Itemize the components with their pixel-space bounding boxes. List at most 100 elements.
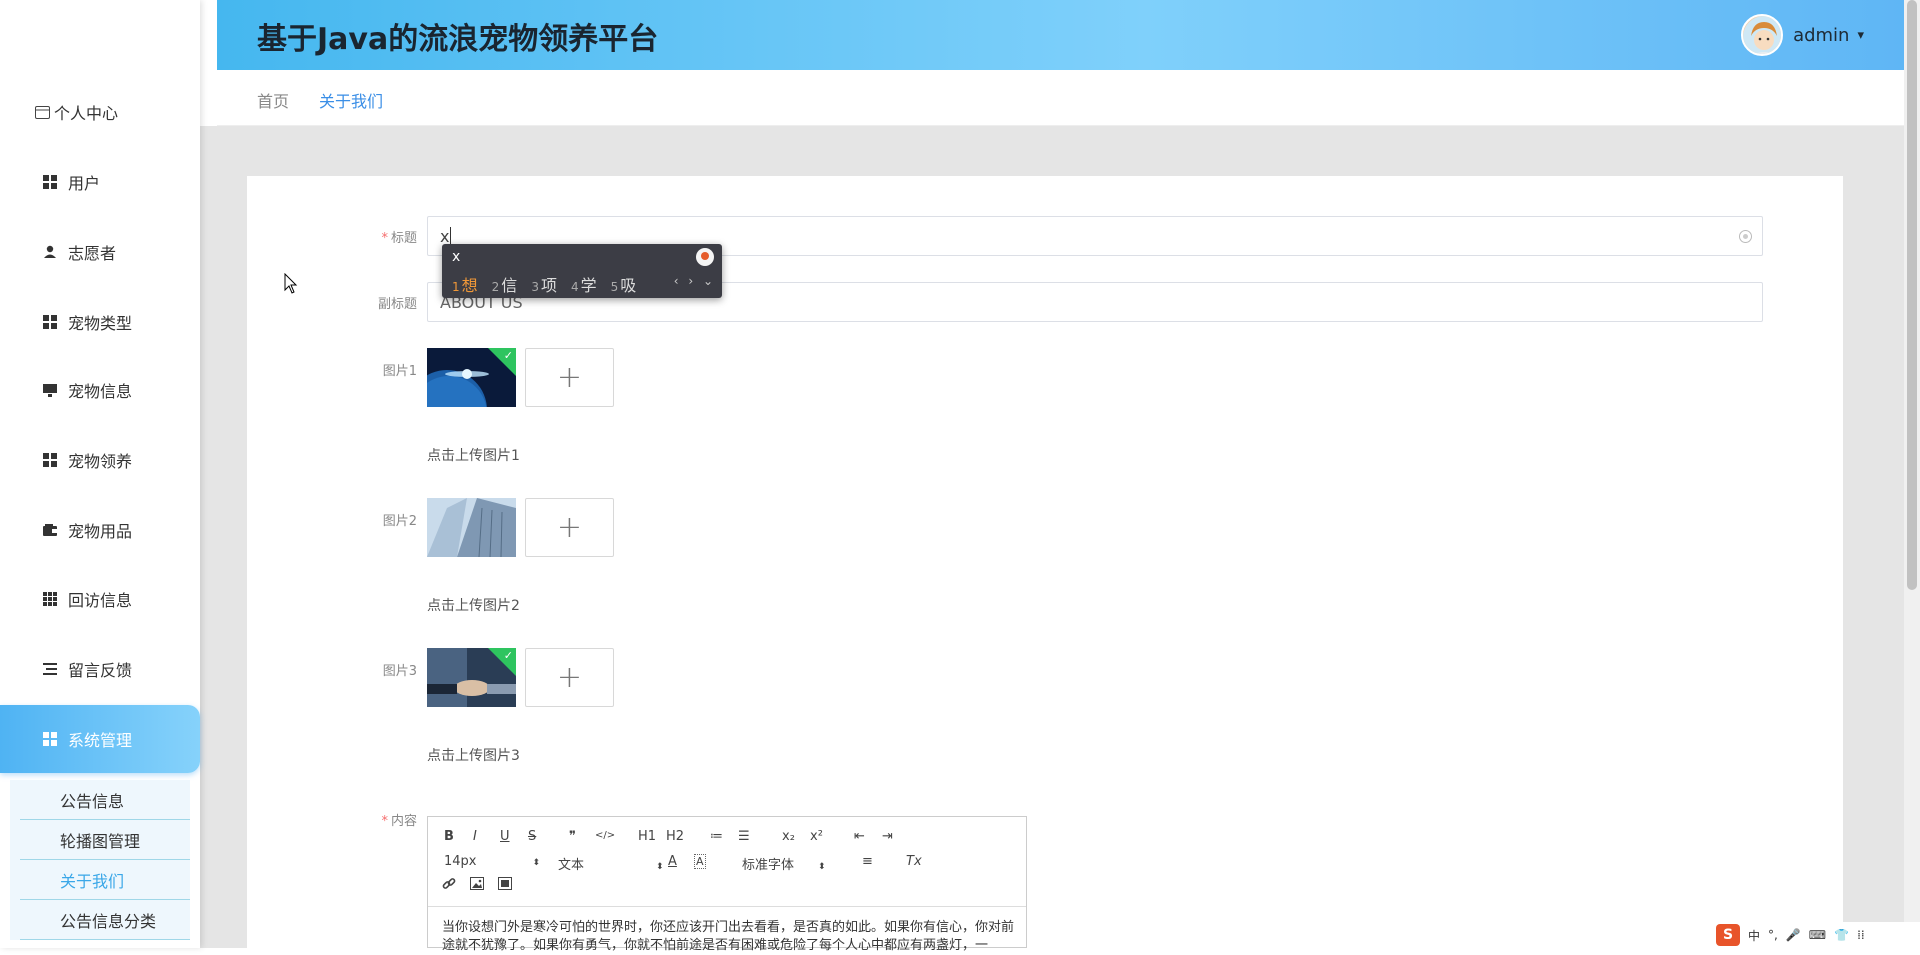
font-family-select[interactable]: 标准字体 ⬍: [742, 854, 826, 873]
ime-candidate-number: 1: [452, 280, 460, 294]
check-icon: ✓: [503, 349, 513, 362]
sidebar-item-label: 回访信息: [68, 591, 133, 610]
sidebar-item-feedback[interactable]: 留言反馈: [0, 635, 200, 703]
title-label-text: 标题: [390, 231, 417, 246]
menu-grid-icon[interactable]: ⁞⁞: [1857, 928, 1865, 942]
pic1-upload-button[interactable]: +: [525, 348, 614, 407]
ime-page-nav[interactable]: ‹ › ⌄: [674, 274, 716, 288]
code-button[interactable]: </>: [595, 830, 615, 841]
link-icon[interactable]: [442, 877, 456, 895]
system-tray: S 中 °, 🎤 ⌨ 👕 ⁞⁞: [1716, 922, 1920, 948]
wallet-icon: [42, 522, 58, 538]
microphone-icon[interactable]: 🎤: [1786, 928, 1801, 942]
avatar[interactable]: [1741, 14, 1784, 56]
title-input-value: x: [440, 226, 450, 246]
sidebar-item-label: 留言反馈: [68, 661, 133, 680]
bullet-list-button[interactable]: ☰: [738, 829, 750, 844]
ime-candidate-text: 项: [540, 276, 557, 295]
image-icon[interactable]: [470, 877, 484, 894]
ime-logo-icon: [696, 248, 714, 266]
tray-item-lang[interactable]: 中: [1748, 927, 1760, 944]
underline-button[interactable]: U: [500, 829, 510, 844]
grid-icon: [42, 452, 58, 468]
video-icon[interactable]: [498, 877, 512, 894]
caret-down-icon[interactable]: ▾: [1857, 28, 1864, 43]
submenu-item-about-us[interactable]: 关于我们: [20, 860, 190, 900]
font-size-select[interactable]: 14px ⬍: [444, 854, 540, 869]
align-button[interactable]: ≡: [862, 854, 873, 869]
editor-content[interactable]: 当你设想门外是寒冷可怕的世界时，你还应该开门出去看看，是否真的如此。如果你有信心…: [442, 919, 1022, 955]
submenu-item-carousel[interactable]: 轮播图管理: [20, 820, 190, 860]
sidebar-item-system-management[interactable]: 系统管理: [0, 705, 200, 773]
rich-text-editor[interactable]: B I U S ❞ </> H1 H2 ≔ ☰ x₂ x² ⇤ ⇥ 14px ⬍ …: [427, 816, 1027, 953]
sidebar-item-label: 宠物领养: [68, 452, 133, 471]
submenu-item-announcements[interactable]: 公告信息: [20, 780, 190, 820]
ime-candidate-text: 想: [461, 276, 478, 295]
superscript-button[interactable]: x²: [810, 829, 823, 844]
required-mark: *: [381, 231, 388, 246]
clear-format-button[interactable]: Tx: [906, 854, 922, 869]
pic2-hint: 点击上传图片2: [427, 598, 520, 614]
clear-icon[interactable]: [1739, 230, 1752, 243]
check-icon: ✓: [503, 649, 513, 662]
breadcrumb-home[interactable]: 首页: [257, 88, 289, 112]
h2-button[interactable]: H2: [666, 829, 684, 844]
user-name[interactable]: admin: [1793, 25, 1849, 46]
skin-icon[interactable]: 👕: [1834, 928, 1849, 942]
ime-candidate-number: 5: [610, 280, 619, 294]
pic3-thumbnail[interactable]: ✓: [427, 648, 516, 707]
mouse-cursor-icon: [284, 272, 298, 299]
ime-candidate[interactable]: 1想: [452, 272, 478, 296]
sidebar-item-pet-types[interactable]: 宠物类型: [0, 288, 200, 356]
subtitle-label: 副标题: [377, 297, 417, 312]
pic3-upload-button[interactable]: +: [525, 648, 614, 707]
grid-icon: [42, 314, 58, 330]
site-title: 基于Java的流浪宠物领养平台: [257, 22, 659, 57]
sidebar-item-pet-adoption[interactable]: 宠物领养: [0, 426, 200, 494]
header-select[interactable]: 文本 ⬍: [558, 854, 664, 873]
background-color-button[interactable]: A: [694, 854, 706, 869]
font-color-button[interactable]: A: [668, 854, 677, 869]
breadcrumb-current: 关于我们: [319, 92, 384, 111]
ime-candidates: 1想 2信 3项 4学 5吸: [452, 272, 650, 296]
sidebar-item-pet-supplies[interactable]: 宠物用品: [0, 496, 200, 564]
user-menu[interactable]: admin ▾: [1741, 14, 1864, 56]
sidebar-item-users[interactable]: 用户: [0, 148, 200, 216]
pic1-hint: 点击上传图片1: [427, 448, 520, 464]
select-arrows-icon: ⬍: [656, 862, 664, 872]
subscript-button[interactable]: x₂: [782, 829, 795, 844]
submenu-item-announcement-categories[interactable]: 公告信息分类: [20, 900, 190, 940]
keyboard-icon[interactable]: ⌨: [1809, 928, 1826, 942]
ime-candidate[interactable]: 3项: [531, 272, 557, 296]
strike-button[interactable]: S: [528, 829, 536, 844]
sidebar-item-follow-up[interactable]: 回访信息: [0, 565, 200, 633]
header-select-value: 文本: [558, 858, 585, 873]
list-icon: [42, 661, 58, 677]
sidebar-item-volunteers[interactable]: 志愿者: [0, 218, 200, 286]
text-caret: [450, 227, 452, 245]
ordered-list-button[interactable]: ≔: [710, 829, 723, 844]
blockquote-button[interactable]: ❞: [569, 829, 576, 844]
ime-candidate[interactable]: 4学: [571, 272, 597, 296]
font-family-value: 标准字体: [742, 858, 795, 873]
sidebar-item-pet-info[interactable]: 宠物信息: [0, 356, 200, 424]
pic2-thumbnail[interactable]: [427, 498, 516, 557]
pic2-upload-button[interactable]: +: [525, 498, 614, 557]
content-label: * 内容: [297, 810, 417, 829]
ime-candidate[interactable]: 2信: [492, 272, 518, 296]
ime-candidate[interactable]: 5吸: [611, 272, 637, 296]
sidebar-item-personal-center[interactable]: 个人中心: [0, 78, 200, 146]
pic1-thumbnail[interactable]: ✓: [427, 348, 516, 407]
outdent-button[interactable]: ⇤: [854, 829, 865, 844]
sogou-logo-icon[interactable]: S: [1716, 924, 1740, 946]
page-scrollbar[interactable]: [1904, 0, 1920, 948]
ime-candidate-popup[interactable]: x 1想 2信 3项 4学 5吸 ‹ › ⌄: [442, 244, 722, 298]
tray-item-punct[interactable]: °,: [1768, 928, 1778, 942]
scrollbar-thumb[interactable]: [1907, 0, 1917, 590]
italic-button[interactable]: I: [473, 829, 477, 844]
system-submenu: 公告信息 轮播图管理 关于我们 公告信息分类: [10, 780, 190, 940]
indent-button[interactable]: ⇥: [882, 829, 893, 844]
bold-button[interactable]: B: [444, 829, 454, 844]
sidebar-item-label: 宠物用品: [68, 522, 133, 541]
h1-button[interactable]: H1: [638, 829, 656, 844]
